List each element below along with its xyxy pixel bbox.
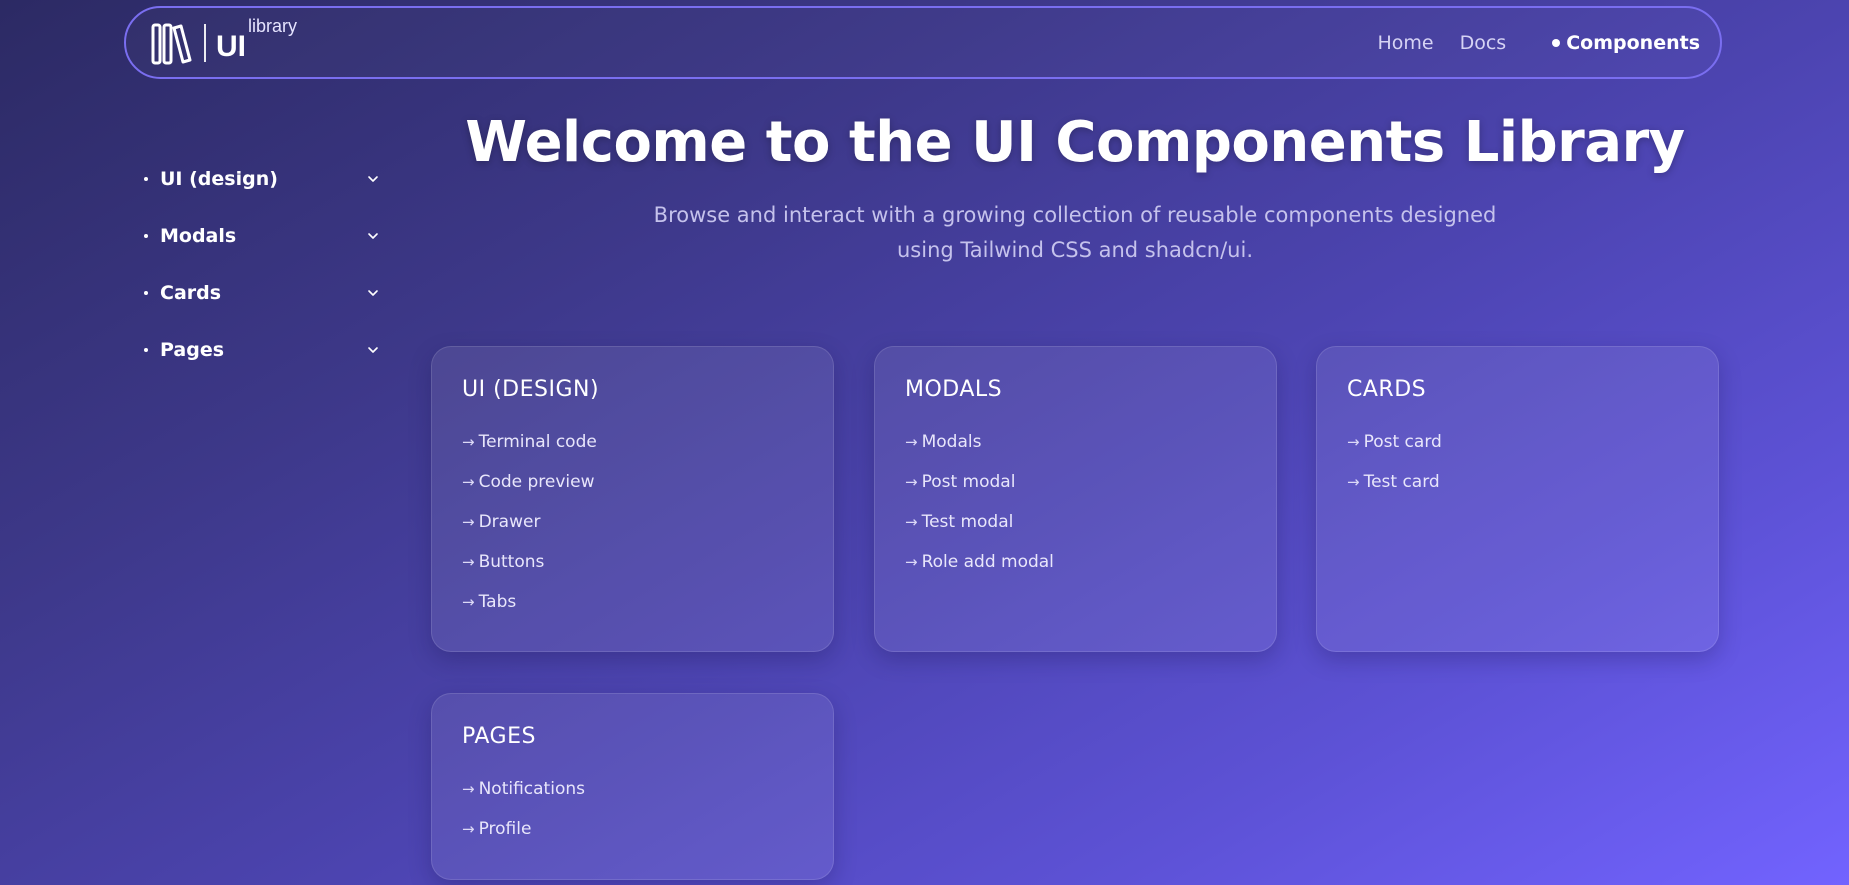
sidebar-item-label: Pages [160, 338, 225, 361]
card-link-terminal-code[interactable]: → Terminal code [462, 422, 803, 462]
top-navbar: UI library Home Docs Components [124, 6, 1722, 79]
card-link-role-add-modal[interactable]: → Role add modal [905, 542, 1246, 582]
nav-link-docs[interactable]: Docs [1460, 32, 1507, 54]
arrow-right-icon: → [905, 473, 918, 491]
card-link-label: Test card [1363, 472, 1440, 492]
card-link-label: Code preview [478, 472, 595, 492]
card-link-test-card[interactable]: → Test card [1347, 462, 1688, 502]
nav-link-components-label: Components [1566, 31, 1700, 54]
card-title: MODALS [905, 377, 1003, 402]
card-link-code-preview[interactable]: → Code preview [462, 462, 803, 502]
card-link-label: Role add modal [921, 552, 1054, 572]
card-title: UI (DESIGN) [462, 377, 600, 402]
arrow-right-icon: → [1347, 433, 1360, 451]
arrow-right-icon: → [462, 473, 475, 491]
card-link-modals[interactable]: → Modals [905, 422, 1246, 462]
card-link-label: Test modal [921, 512, 1014, 532]
card-pages: PAGES → Notifications → Profile [431, 693, 834, 880]
card-link-tabs[interactable]: → Tabs [462, 582, 803, 622]
bullet-icon [144, 290, 148, 295]
sidebar-item-label: Modals [160, 224, 237, 247]
chevron-down-icon [368, 289, 378, 296]
card-link-label: Modals [921, 432, 982, 452]
card-link-label: Drawer [478, 512, 541, 532]
library-logo-icon [151, 23, 192, 64]
arrow-right-icon: → [462, 820, 475, 838]
logo-divider [204, 23, 206, 62]
nav-links: Home Docs Components [1378, 32, 1701, 54]
sidebar-item-pages[interactable]: Pages [144, 321, 380, 378]
subtitle-line-1: Browse and interact with a growing colle… [653, 203, 1497, 227]
card-ui-design: UI (DESIGN) → Terminal code → Code preview… [431, 346, 834, 652]
card-link-post-card[interactable]: → Post card [1347, 422, 1688, 462]
card-link-label: Tabs [478, 592, 517, 612]
bullet-icon [144, 176, 148, 181]
arrow-right-icon: → [462, 780, 475, 798]
card-cards: CARDS → Post card → Test card [1316, 346, 1719, 652]
bullet-icon [144, 347, 148, 352]
sidebar-item-cards[interactable]: Cards [144, 264, 380, 321]
card-link-test-modal[interactable]: → Test modal [905, 502, 1246, 542]
card-link-label: Notifications [478, 779, 585, 799]
arrow-right-icon: → [462, 553, 475, 571]
card-link-buttons[interactable]: → Buttons [462, 542, 803, 582]
arrow-right-icon: → [905, 433, 918, 451]
arrow-right-icon: → [905, 513, 918, 531]
arrow-right-icon: → [462, 433, 475, 451]
sidebar: UI (design) Modals Cards Pages [144, 150, 380, 378]
card-link-label: Post card [1363, 432, 1442, 452]
page-title: Welcome to the UI Components Library [465, 110, 1685, 175]
sidebar-item-ui-design[interactable]: UI (design) [144, 150, 380, 207]
nav-link-components[interactable]: Components [1552, 32, 1700, 54]
arrow-right-icon: → [462, 513, 475, 531]
card-link-post-modal[interactable]: → Post modal [905, 462, 1246, 502]
card-link-label: Profile [478, 819, 532, 839]
card-link-label: Buttons [478, 552, 545, 572]
arrow-right-icon: → [905, 553, 918, 571]
card-link-profile[interactable]: → Profile [462, 809, 803, 849]
sidebar-item-label: UI (design) [160, 167, 278, 190]
card-link-drawer[interactable]: → Drawer [462, 502, 803, 542]
card-modals: MODALS → Modals → Post modal → Test modal →… [874, 346, 1277, 652]
nav-link-home[interactable]: Home [1378, 32, 1434, 54]
chevron-down-icon [368, 232, 378, 239]
bullet-icon [144, 233, 148, 238]
logo-superscript: library [248, 16, 298, 36]
chevron-down-icon [368, 346, 378, 353]
card-link-label: Terminal code [478, 432, 597, 452]
arrow-right-icon: → [462, 593, 475, 611]
card-title: PAGES [462, 724, 536, 749]
logo-text: UI [216, 29, 246, 63]
card-link-label: Post modal [921, 472, 1016, 492]
sidebar-item-label: Cards [160, 281, 222, 304]
active-dot-icon [1552, 38, 1561, 47]
sidebar-item-modals[interactable]: Modals [144, 207, 380, 264]
chevron-down-icon [368, 175, 378, 182]
card-link-notifications[interactable]: → Notifications [462, 769, 803, 809]
logo[interactable]: UI library [150, 8, 297, 77]
arrow-right-icon: → [1347, 473, 1360, 491]
card-title: CARDS [1347, 377, 1427, 402]
page-subtitle: Browse and interact with a growing colle… [640, 198, 1510, 268]
subtitle-line-2: using Tailwind CSS and shadcn/ui. [897, 238, 1253, 262]
